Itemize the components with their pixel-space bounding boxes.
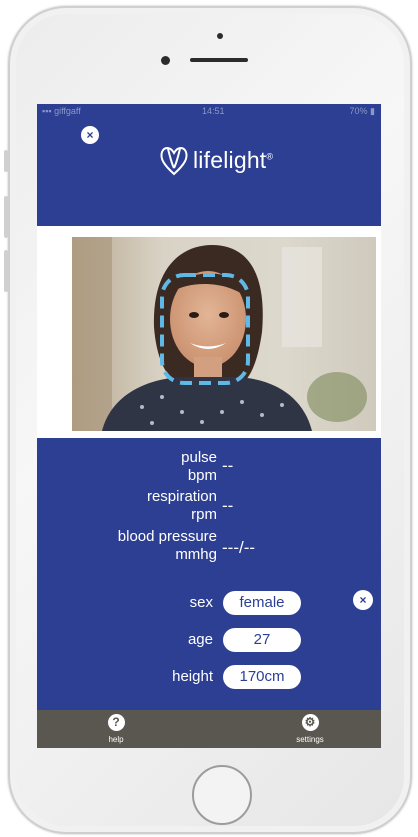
front-camera — [161, 56, 170, 65]
home-button[interactable] — [192, 765, 252, 825]
volume-down-button — [4, 250, 8, 292]
carrier-label: ▪▪▪ giffgaff — [42, 106, 81, 116]
earpiece-speaker — [190, 58, 248, 62]
respiration-value: -- — [222, 496, 234, 515]
sex-field[interactable]: female — [223, 591, 301, 615]
status-bar: ▪▪▪ giffgaff 14:51 70% ▮ — [37, 104, 381, 118]
sex-label: sex — [189, 594, 213, 611]
logo-mark-icon — [160, 147, 188, 176]
logo-text: lifelight® — [193, 146, 274, 173]
device-frame: ▪▪▪ giffgaff 14:51 70% ▮ × lifelight® pu… — [0, 0, 418, 837]
help-label: help — [108, 735, 124, 744]
signal-icon: ▪▪▪ — [42, 106, 55, 116]
clock: 14:51 — [202, 106, 225, 116]
bottom-bar: ? help ⚙ settings — [37, 710, 381, 748]
proximity-sensor — [217, 33, 223, 39]
help-icon: ? — [107, 714, 125, 731]
respiration-label: respiration rpm — [146, 488, 217, 523]
height-label: height — [172, 668, 213, 685]
pulse-label: pulse bpm — [181, 449, 217, 484]
blood-pressure-label: blood pressure mmhg — [117, 528, 217, 563]
age-field[interactable]: 27 — [223, 628, 301, 652]
help-button[interactable]: ? help — [86, 714, 146, 744]
battery-icon: ▮ — [370, 106, 375, 116]
camera-feed — [72, 237, 376, 431]
close-button[interactable]: × — [81, 126, 99, 144]
settings-button[interactable]: ⚙ settings — [280, 714, 340, 744]
close-form-button[interactable]: × — [353, 590, 373, 610]
app-screen: ▪▪▪ giffgaff 14:51 70% ▮ × lifelight® pu… — [37, 104, 381, 748]
blood-pressure-value: ---/-- — [222, 538, 256, 557]
height-field[interactable]: 170cm — [223, 665, 301, 689]
lifelight-logo: lifelight® — [157, 142, 273, 178]
camera-preview-area — [37, 226, 381, 438]
gear-icon: ⚙ — [301, 714, 319, 731]
battery-indicator: 70% ▮ — [349, 106, 375, 116]
volume-up-button — [4, 196, 8, 238]
mute-switch — [4, 150, 8, 172]
pulse-value: -- — [222, 456, 234, 475]
settings-label: settings — [296, 735, 324, 744]
age-label: age — [187, 631, 213, 648]
